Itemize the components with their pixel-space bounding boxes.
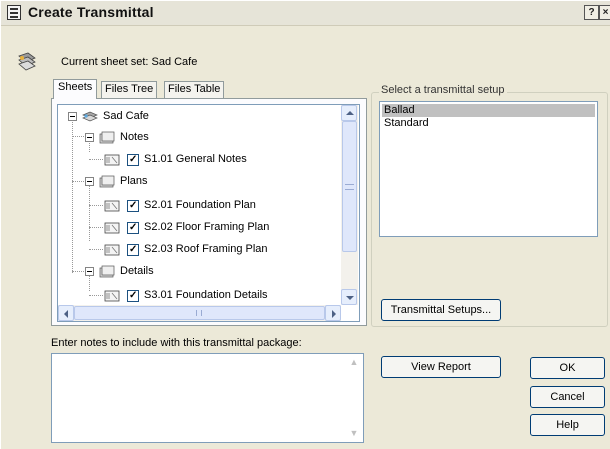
tree-node-sheet[interactable]: S2.03 Roof Framing Plan [58,241,348,259]
help-button[interactable]: Help [530,414,605,436]
sheet-set-icon [18,52,36,71]
notes-label: Enter notes to include with this transmi… [51,337,302,349]
sheet-tree[interactable]: Sad Cafe Notes S1.01 General Notes [57,104,360,322]
window-title: Create Transmittal [28,4,154,20]
sheet-icon [104,290,120,302]
subset-folder-icon [99,175,115,188]
sheet-icon [104,200,120,212]
list-item[interactable]: Ballad [382,104,595,117]
notes-textarea[interactable] [51,353,364,443]
include-checkbox[interactable] [127,244,139,256]
notes-scroll-down-icon: ▼ [349,428,359,438]
notes-scroll-up-icon: ▲ [349,357,359,367]
tree-node-sheet[interactable]: S3.01 Foundation Details [58,287,348,305]
tree-node-notes[interactable]: Notes [58,129,338,147]
tree-label-folder: Details [120,265,154,277]
transmittal-setups-button[interactable]: Transmittal Setups... [381,299,501,321]
include-checkbox[interactable] [127,290,139,302]
scroll-left-arrow-icon[interactable] [58,305,74,321]
tree-node-sheet[interactable]: S1.01 General Notes [58,151,348,169]
scroll-up-arrow-icon[interactable] [341,105,357,121]
create-transmittal-dialog: Create Transmittal ? × Current sheet set… [0,0,610,449]
transmittal-setup-group-label: Select a transmittal setup [379,84,507,96]
tree-label-sheet: S2.03 Roof Framing Plan [144,243,268,255]
scroll-down-arrow-icon[interactable] [341,289,357,305]
tree-node-sheet[interactable]: S2.02 Floor Framing Plan [58,219,348,237]
tree-label-root: Sad Cafe [103,110,149,122]
sheet-set-icon [82,111,98,122]
collapse-icon[interactable] [85,267,94,276]
tree-label-sheet: S2.02 Floor Framing Plan [144,221,270,233]
collapse-icon[interactable] [68,112,77,121]
scroll-right-arrow-icon[interactable] [325,305,341,321]
title-bar[interactable]: Create Transmittal ? × [1,1,610,26]
sheet-icon [104,244,120,256]
sheet-icon [104,222,120,234]
list-item[interactable]: Standard [382,117,595,130]
tree-node-root[interactable]: Sad Cafe [58,108,338,126]
tab-files-table[interactable]: Files Table [164,81,225,98]
tree-label-sheet: S3.01 Foundation Details [144,289,268,301]
scroll-grip-icon [196,310,202,316]
tree-node-plans[interactable]: Plans [58,173,338,191]
transmittal-setup-list[interactable]: Ballad Standard [379,101,598,237]
include-checkbox[interactable] [127,154,139,166]
include-checkbox[interactable] [127,200,139,212]
sheet-icon [104,154,120,166]
tree-node-sheet[interactable]: S2.01 Foundation Plan [58,197,348,215]
tree-node-details[interactable]: Details [58,263,338,281]
collapse-icon[interactable] [85,133,94,142]
tree-label-sheet: S1.01 General Notes [144,153,247,165]
scroll-grip-icon [345,184,354,190]
tab-sheets[interactable]: Sheets [53,79,98,99]
tree-label-folder: Notes [120,131,149,143]
subset-folder-icon [99,131,115,144]
help-title-button[interactable]: ? [584,5,599,20]
include-checkbox[interactable] [127,222,139,234]
close-title-button[interactable]: × [599,5,610,20]
collapse-icon[interactable] [85,177,94,186]
tab-files-tree[interactable]: Files Tree [101,81,158,98]
tree-label-folder: Plans [120,175,148,187]
subset-folder-icon [99,265,115,278]
current-sheet-set-label: Current sheet set: Sad Cafe [61,56,198,68]
cancel-button[interactable]: Cancel [530,386,605,408]
app-icon [7,5,21,20]
ok-button[interactable]: OK [530,357,605,379]
view-report-button[interactable]: View Report [381,356,501,378]
tree-label-sheet: S2.01 Foundation Plan [144,199,256,211]
